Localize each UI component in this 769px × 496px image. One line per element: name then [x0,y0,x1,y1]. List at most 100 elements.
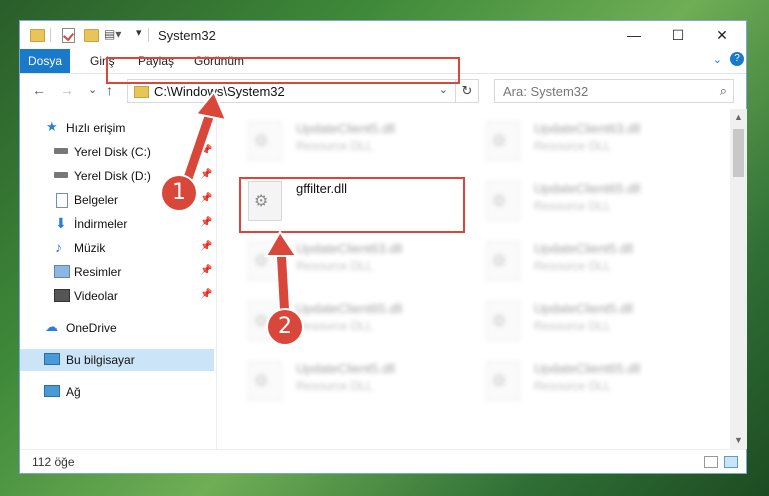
file-type: Resource DLL [534,259,611,273]
sidebar-item-label: Yerel Disk (D:) [74,169,151,183]
sidebar-item-label: Müzik [74,241,106,255]
computer-icon [44,353,60,365]
file-explorer-window: ▤▾ ▾ System32 — ☐ ✕ Dosya Giriş Paylaş G… [19,20,747,474]
file-item[interactable]: ⚙ UpdateClient65.dll Resource DLL [472,177,692,229]
sidebar-item-label: Bu bilgisayar [66,353,135,367]
sidebar-item-label: İndirmeler [74,217,128,231]
step-2-badge: 2 [268,310,302,344]
sidebar-item-label: Ağ [66,385,81,399]
search-box[interactable]: Ara: System32 ⌕ [494,79,734,103]
maximize-button[interactable]: ☐ [656,21,700,49]
address-path[interactable]: C:\Windows\System32 [154,84,285,99]
scroll-up-button[interactable]: ▲ [730,109,747,126]
gear-icon: ⚙ [254,253,269,270]
sidebar-item-onedrive[interactable]: ☁ OneDrive [20,317,214,339]
file-name: UpdateClient65.dll [534,181,641,196]
file-name: UpdateClient65.dll [534,361,641,376]
document-icon [56,193,68,208]
pictures-icon [54,265,70,278]
ribbon-expand-icon[interactable]: ⌄ [713,53,722,66]
download-icon: ⬇ [55,215,67,231]
pin-icon[interactable]: 📌 [200,169,212,180]
file-type: Resource DLL [534,139,611,153]
quick-access-dropdown-icon[interactable]: ▾ [136,26,142,42]
file-highlight [239,177,465,233]
file-item[interactable]: ⚙ UpdateClient5.dll Resource DLL [472,297,692,349]
sidebar-item-videos[interactable]: Videolar 📌 [20,285,214,307]
file-item[interactable]: ⚙ UpdateClient5.dll Resource DLL [234,117,454,169]
search-icon: ⌕ [719,83,727,98]
divider [216,109,217,449]
network-icon [44,385,60,397]
step-1-badge: 1 [162,176,196,210]
sidebar-item-label: Hızlı erişim [66,121,126,135]
address-dropdown-icon[interactable]: ⌄ [439,83,448,96]
file-item[interactable]: ⚙ UpdateClient5.dll Resource DLL [234,357,454,409]
file-name: UpdateClient5.dll [534,241,634,256]
file-name: UpdateClient5.dll [534,301,634,316]
pin-icon[interactable]: 📌 [200,193,212,204]
help-icon[interactable]: ? [730,52,744,66]
sidebar-item-this-pc[interactable]: Bu bilgisayar [20,349,214,371]
customize-toolbar-icon[interactable]: ▤▾ [104,27,121,43]
search-placeholder[interactable]: Ara: System32 [503,84,588,99]
close-button[interactable]: ✕ [700,21,744,49]
gear-icon: ⚙ [254,373,269,390]
sidebar-item-label: Resimler [74,265,122,279]
window-title: System32 [158,28,216,43]
pin-icon[interactable]: 📌 [200,289,212,300]
folder-icon[interactable] [30,29,45,42]
gear-icon: ⚙ [254,313,269,330]
file-item[interactable]: ⚙ UpdateClient5.dll Resource DLL [472,237,692,289]
file-type: Resource DLL [296,379,373,393]
sidebar-item-local-disk-c[interactable]: Yerel Disk (C:) 📌 [20,141,214,163]
minimize-button[interactable]: — [612,21,656,49]
sidebar-item-label: Belgeler [74,193,119,207]
drive-icon [54,148,68,154]
up-button[interactable]: ↑ [106,82,113,98]
file-type: Resource DLL [534,199,611,213]
properties-icon[interactable] [62,28,75,43]
gear-icon: ⚙ [492,133,507,150]
video-icon [54,289,70,302]
pin-icon[interactable]: 📌 [200,217,212,228]
divider [148,28,149,42]
file-name: UpdateClient5.dll [296,121,396,136]
forward-button[interactable]: → [60,82,74,98]
folder-icon [134,86,149,98]
gear-icon: ⚙ [492,373,507,390]
new-folder-icon[interactable] [84,29,99,42]
status-bar: 112 öğe [20,449,746,474]
file-item[interactable]: ⚙ UpdateClient65.dll Resource DLL [472,357,692,409]
large-icons-view-icon[interactable] [724,456,738,468]
file-type: Resource DLL [534,319,611,333]
recent-locations-button[interactable]: ⌄ [88,83,97,96]
scroll-down-button[interactable]: ▼ [730,432,747,449]
file-type: Resource DLL [296,259,373,273]
sidebar-item-label: OneDrive [66,321,117,335]
sidebar-item-quick-access[interactable]: ★ Hızlı erişim [20,117,214,139]
file-item[interactable]: ⚙ UpdateClient65.dll Resource DLL [234,297,454,349]
file-item[interactable]: ⚙ UpdateClient63.dll Resource DLL [234,237,454,289]
vertical-scrollbar[interactable]: ▲ ▼ [730,109,747,449]
back-button[interactable]: ← [32,82,46,98]
divider [50,28,51,42]
sidebar-item-music[interactable]: ♪ Müzik 📌 [20,237,214,259]
sidebar-item-downloads[interactable]: ⬇ İndirmeler 📌 [20,213,214,235]
file-name: UpdateClient63.dll [296,241,403,256]
file-item[interactable]: ⚙ UpdateClient63.dll Resource DLL [472,117,692,169]
scroll-thumb[interactable] [733,129,744,177]
sidebar-item-pictures[interactable]: Resimler 📌 [20,261,214,283]
file-name: UpdateClient5.dll [296,361,396,376]
star-icon: ★ [46,119,58,134]
sidebar-item-network[interactable]: Ağ [20,381,214,403]
tab-file[interactable]: Dosya [20,49,70,73]
gear-icon: ⚙ [492,193,507,210]
pin-icon[interactable]: 📌 [200,145,212,156]
gear-icon: ⚙ [254,133,269,150]
gear-icon: ⚙ [492,253,507,270]
file-type: Resource DLL [296,139,373,153]
details-view-icon[interactable] [704,456,718,468]
pin-icon[interactable]: 📌 [200,241,212,252]
pin-icon[interactable]: 📌 [200,265,212,276]
